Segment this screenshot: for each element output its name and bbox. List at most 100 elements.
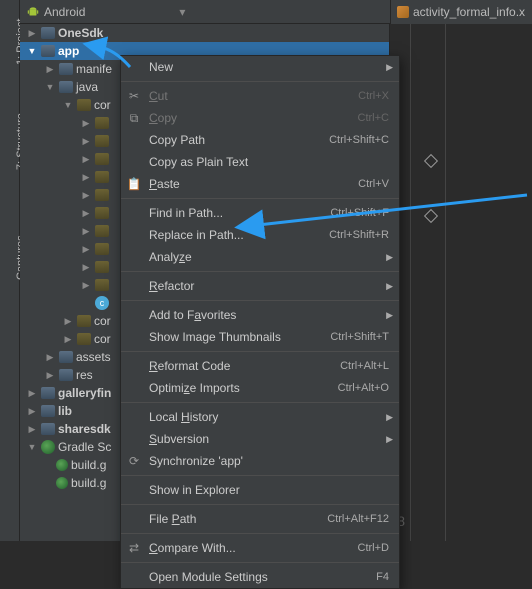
context-menu: New▶ ✂CutCtrl+X ⧉CopyCtrl+C Copy PathCtr… <box>120 55 400 589</box>
platform-selector[interactable]: Android ▾ <box>20 0 191 24</box>
tree-label: cor <box>94 98 111 112</box>
expand-icon[interactable]: ▶ <box>80 154 92 165</box>
menu-add-favorites[interactable]: Add to Favorites▶ <box>121 304 399 326</box>
editor-area <box>390 24 532 541</box>
expand-icon[interactable]: ▶ <box>80 190 92 201</box>
menu-label: Optimize Imports <box>149 381 240 395</box>
menu-separator <box>121 271 399 272</box>
package-icon <box>77 99 91 111</box>
package-icon <box>95 153 109 165</box>
menu-subversion[interactable]: Subversion▶ <box>121 428 399 450</box>
menu-label: Copy as Plain Text <box>149 155 248 169</box>
package-icon <box>95 135 109 147</box>
cut-icon: ✂ <box>127 89 141 103</box>
expand-icon[interactable]: ▶ <box>44 352 56 363</box>
copy-icon: ⧉ <box>127 111 141 125</box>
menu-synchronize[interactable]: ⟳Synchronize 'app' <box>121 450 399 472</box>
package-icon <box>77 333 91 345</box>
chevron-right-icon: ▶ <box>386 412 393 423</box>
expand-icon[interactable]: ▶ <box>80 262 92 273</box>
menu-label: Open Module Settings <box>149 570 268 584</box>
expand-icon[interactable]: ▶ <box>80 226 92 237</box>
menu-label: New <box>149 60 173 74</box>
editor-tab[interactable]: activity_formal_info.x <box>390 0 532 24</box>
expand-icon[interactable]: ▶ <box>26 28 38 39</box>
tree-label: assets <box>76 350 111 364</box>
menu-show-thumbnails[interactable]: Show Image ThumbnailsCtrl+Shift+T <box>121 326 399 348</box>
menu-separator <box>121 562 399 563</box>
menu-label: Subversion <box>149 432 209 446</box>
menu-refactor[interactable]: Refactor▶ <box>121 275 399 297</box>
menu-optimize-imports[interactable]: Optimize ImportsCtrl+Alt+O <box>121 377 399 399</box>
menu-separator <box>121 300 399 301</box>
editor-tab-label: activity_formal_info.x <box>413 5 525 19</box>
android-icon <box>26 5 40 19</box>
package-icon <box>95 225 109 237</box>
ide-vertical-toolbar: 1: Project 7: Structure Captures <box>0 0 20 541</box>
tree-label: cor <box>94 314 111 328</box>
gradle-file-icon <box>56 459 68 471</box>
menu-show-explorer[interactable]: Show in Explorer <box>121 479 399 501</box>
expand-icon[interactable]: ▶ <box>62 316 74 327</box>
collapse-icon[interactable]: ▼ <box>44 82 56 92</box>
menu-label: Copy <box>149 111 177 125</box>
collapse-icon[interactable]: ▼ <box>26 442 38 452</box>
tree-item-onesdk[interactable]: ▶ OneSdk <box>20 24 389 42</box>
package-icon <box>95 189 109 201</box>
package-icon <box>95 243 109 255</box>
menu-file-path[interactable]: File PathCtrl+Alt+F12 <box>121 508 399 530</box>
expand-icon[interactable]: ▶ <box>26 388 38 399</box>
tree-label: OneSdk <box>58 26 103 40</box>
menu-copy-plain[interactable]: Copy as Plain Text <box>121 151 399 173</box>
menu-analyze[interactable]: Analyze▶ <box>121 246 399 268</box>
tree-label: build.g <box>71 476 106 490</box>
menu-label: Compare With... <box>149 541 236 555</box>
expand-icon[interactable]: ▶ <box>26 424 38 435</box>
menu-module-settings[interactable]: Open Module Settings F4 <box>121 566 399 588</box>
tree-label: galleryfin <box>58 386 111 400</box>
menu-new[interactable]: New ▶ <box>121 56 399 78</box>
expand-icon[interactable]: ▶ <box>26 406 38 417</box>
tree-label: java <box>76 80 98 94</box>
package-icon <box>95 207 109 219</box>
chevron-right-icon: ▶ <box>386 62 393 73</box>
expand-icon[interactable]: ▶ <box>44 64 56 75</box>
expand-icon[interactable]: ▶ <box>80 172 92 183</box>
menu-copy-path[interactable]: Copy PathCtrl+Shift+C <box>121 129 399 151</box>
menu-cut[interactable]: ✂CutCtrl+X <box>121 85 399 107</box>
expand-icon[interactable]: ▶ <box>62 334 74 345</box>
menu-label: Find in Path... <box>149 206 223 220</box>
collapse-icon[interactable]: ▼ <box>62 100 74 110</box>
menu-label: Local History <box>149 410 218 424</box>
tree-label: cor <box>94 332 111 346</box>
gradle-file-icon <box>56 477 68 489</box>
expand-icon[interactable]: ▶ <box>80 244 92 255</box>
menu-compare-with[interactable]: ⇄Compare With...Ctrl+D <box>121 537 399 559</box>
platform-label: Android <box>44 5 85 19</box>
shortcut: F4 <box>376 571 389 583</box>
vcs-gutter <box>445 24 446 541</box>
chevron-right-icon: ▶ <box>386 281 393 292</box>
shortcut: Ctrl+Alt+L <box>340 360 389 372</box>
menu-separator <box>121 81 399 82</box>
expand-icon[interactable]: ▶ <box>80 118 92 129</box>
package-icon <box>77 315 91 327</box>
expand-icon[interactable]: ▶ <box>80 136 92 147</box>
tree-label: build.g <box>71 458 106 472</box>
menu-local-history[interactable]: Local History ▶ <box>121 406 399 428</box>
breakpoint-marker-icon[interactable] <box>424 154 438 168</box>
menu-copy[interactable]: ⧉CopyCtrl+C <box>121 107 399 129</box>
menu-reformat[interactable]: Reformat CodeCtrl+Alt+L <box>121 355 399 377</box>
shortcut: Ctrl+D <box>358 542 389 554</box>
expand-icon[interactable]: ▶ <box>44 370 56 381</box>
tree-label: sharesdk <box>58 422 111 436</box>
menu-label: Show in Explorer <box>149 483 240 497</box>
tree-label: Gradle Sc <box>58 440 111 454</box>
menu-separator <box>121 351 399 352</box>
menu-paste[interactable]: 📋PasteCtrl+V <box>121 173 399 195</box>
collapse-icon[interactable]: ▼ <box>26 46 38 56</box>
expand-icon[interactable]: ▶ <box>80 208 92 219</box>
class-icon: c <box>95 296 109 310</box>
menu-label: Cut <box>149 89 168 103</box>
expand-icon[interactable]: ▶ <box>80 280 92 291</box>
